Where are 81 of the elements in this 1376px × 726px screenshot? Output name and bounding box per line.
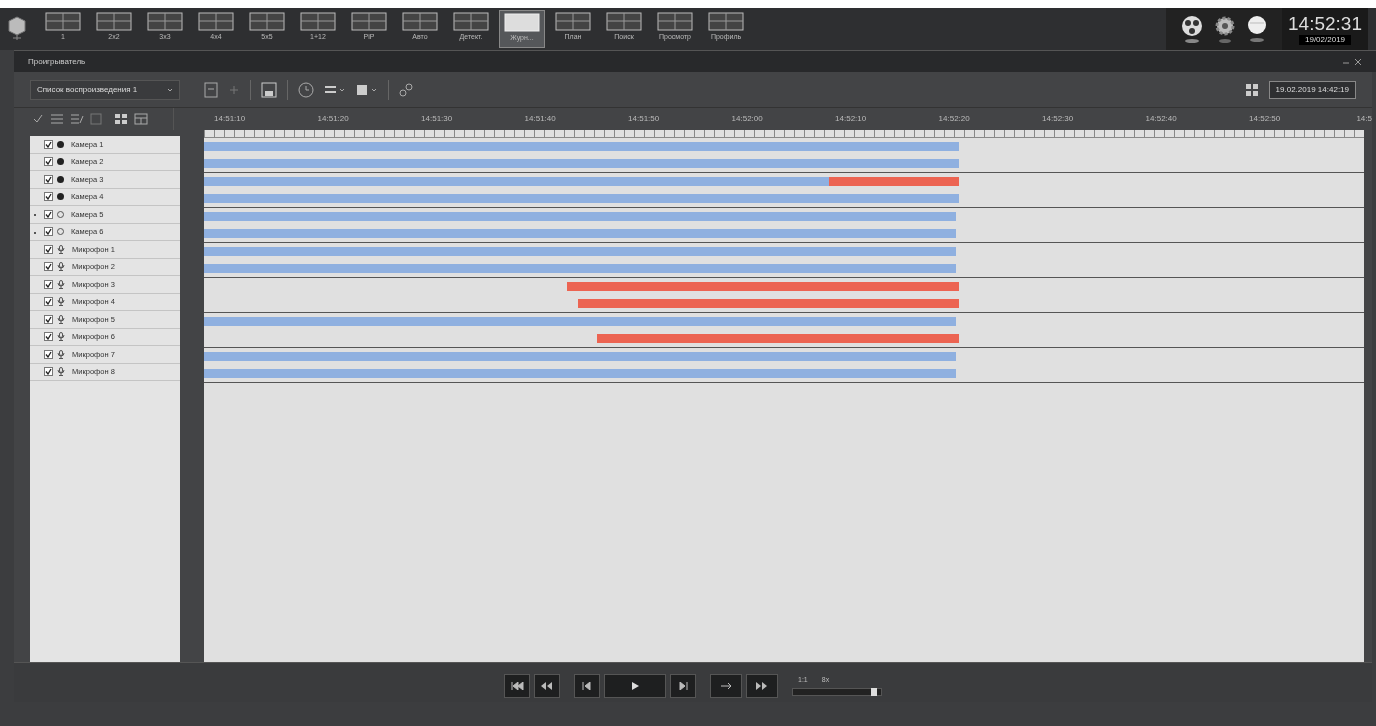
microphone-icon [57, 262, 65, 272]
checkbox[interactable] [44, 227, 53, 237]
layout-icon [198, 10, 234, 32]
tick-label: 14:51:30 [420, 113, 454, 125]
save-icon[interactable] [261, 81, 277, 98]
skip-start-button[interactable] [504, 673, 530, 698]
fast-icon [755, 681, 769, 690]
checkbox[interactable] [44, 192, 53, 202]
microphone-icon [57, 332, 65, 342]
layout-icon [708, 10, 744, 32]
speed-slider[interactable] [792, 687, 882, 696]
layout-icon[interactable] [134, 113, 148, 125]
columns-icon[interactable] [114, 113, 128, 125]
skip-start-icon [510, 681, 524, 690]
checkbox[interactable] [44, 297, 53, 307]
layout-icon [249, 10, 285, 32]
tick-label: 14:52:30 [1041, 113, 1075, 125]
checkbox[interactable] [44, 349, 53, 359]
layout-icon [504, 11, 540, 33]
checkbox[interactable] [44, 279, 53, 289]
bars-dropdown-icon[interactable] [356, 82, 378, 97]
slider-thumb[interactable] [870, 687, 877, 696]
microphone-icon [57, 279, 65, 289]
close-icon[interactable] [1354, 57, 1362, 66]
playlist-dropdown[interactable]: Список воспроизведения 1 [30, 79, 180, 100]
step-forward-icon [676, 681, 690, 690]
tick-label: 14:52:20 [937, 113, 971, 125]
film-reel-icon[interactable] [1180, 14, 1205, 44]
clock-time: 14:52:31 [1288, 13, 1362, 35]
tick-label: 14:51:50 [627, 113, 661, 125]
step-forward-button[interactable] [670, 673, 696, 698]
layout-icon [147, 10, 183, 32]
fast-button[interactable] [746, 673, 778, 698]
rewind-button[interactable] [534, 673, 560, 698]
layout-icon [96, 10, 132, 32]
checkbox[interactable] [44, 139, 53, 149]
microphone-icon [57, 367, 65, 377]
tick-label: 14:5 [1355, 113, 1372, 125]
calendar-icon[interactable] [1244, 82, 1259, 97]
tick-label: 14:51:20 [316, 113, 350, 125]
tick-label: 14:51:10 [213, 113, 247, 125]
microphone-icon [57, 314, 65, 324]
checkbox[interactable] [44, 174, 53, 184]
rewind-icon [540, 681, 554, 690]
globe-icon[interactable] [1246, 14, 1269, 44]
checkbox[interactable] [44, 262, 53, 272]
caret-icon [167, 86, 173, 93]
layout-icon [351, 10, 387, 32]
clock-date: 19/02/2019 [1299, 35, 1352, 45]
step-back-button[interactable] [574, 673, 600, 698]
tick-label: 14:52:50 [1248, 113, 1282, 125]
checkbox[interactable] [44, 367, 53, 377]
checkbox[interactable] [44, 157, 53, 167]
microphone-icon [57, 244, 65, 254]
checkbox[interactable] [44, 314, 53, 324]
clock-icon[interactable] [298, 81, 314, 98]
cube-logo-icon [8, 16, 26, 42]
slow-icon [719, 681, 733, 690]
microphone-icon [57, 349, 65, 359]
layout-icon [606, 10, 642, 32]
list-edit-icon[interactable] [70, 113, 84, 125]
checkbox[interactable] [44, 332, 53, 342]
layout-icon [45, 10, 81, 32]
layout-icon [300, 10, 336, 32]
tick-label: 14:52:40 [1144, 113, 1178, 125]
checkbox[interactable] [44, 209, 53, 219]
tick-label: 14:52:00 [730, 113, 764, 125]
tick-label: 14:51:40 [523, 113, 557, 125]
gear-icon[interactable] [1214, 14, 1237, 44]
check-all-icon[interactable] [32, 113, 44, 125]
archive-time-field[interactable]: 19.02.2019 14:42:19 [1268, 80, 1356, 99]
checkbox[interactable] [44, 244, 53, 254]
step-back-icon [580, 681, 594, 690]
link-icon[interactable] [399, 82, 413, 97]
microphone-icon [57, 297, 65, 307]
layout-icon [453, 10, 489, 32]
layout-icon [555, 10, 591, 32]
window-title: Проигрыватель [28, 55, 87, 68]
tick-label: 14:52:10 [834, 113, 868, 125]
layout-icon [657, 10, 693, 32]
layout-icon [402, 10, 438, 32]
